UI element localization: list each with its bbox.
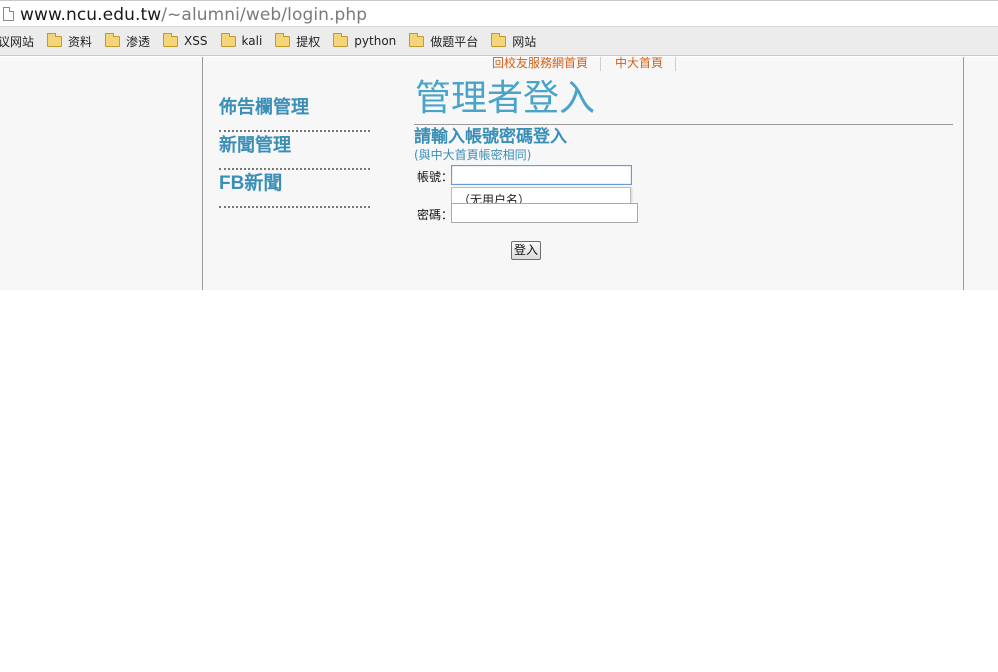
top-links: 回校友服務網首頁 中大首頁 [486,57,677,71]
bookmark-label: 做题平台 [430,34,479,49]
bookmark-label: 网站 [512,34,537,49]
bookmark-label: python [354,34,397,48]
bookmark-label: XSS [184,34,208,48]
sidebar-item-fb-news[interactable]: FB新聞 [219,170,370,208]
account-row: 帳號： [414,165,714,189]
bookmark-label: 提权 [296,34,321,49]
folder-icon [333,32,349,47]
address-bar[interactable]: www.ncu.edu.tw/~alumni/web/login.php [0,0,998,27]
page-icon [3,7,14,21]
page-title: 管理者登入 [415,78,596,119]
url-path: /~alumni/web/login.php [161,5,368,25]
bookmark-item[interactable]: 议网站 [0,33,34,50]
content-container: 回校友服務網首頁 中大首頁 佈告欄管理 新聞管理 FB新聞 管理者登入 請輸入帳… [202,57,964,290]
url-host: www.ncu.edu.tw [20,5,162,25]
account-input[interactable] [451,165,632,185]
title-divider [414,124,953,125]
bookmark-label: 资料 [68,34,93,49]
bookmark-folder[interactable]: python [333,32,397,48]
bookmark-label: kali [241,34,263,48]
login-panel: 管理者登入 請輸入帳號密碼登入 (與中大首頁帳密相同) [414,77,954,162]
password-row: 密碼： [414,203,714,227]
sidebar-item-news[interactable]: 新聞管理 [219,132,370,170]
sidebar-nav: 佈告欄管理 新聞管理 FB新聞 [219,94,370,208]
password-input[interactable] [451,203,638,223]
folder-icon [275,32,291,47]
url-text[interactable]: www.ncu.edu.tw/~alumni/web/login.php [20,5,367,25]
sidebar-item-bulletin[interactable]: 佈告欄管理 [219,94,370,132]
alumni-home-link[interactable]: 回校友服務網首頁 [486,57,602,71]
folder-icon [220,32,236,47]
ncu-home-link[interactable]: 中大首頁 [601,57,677,71]
bookmark-label: 渗透 [126,34,151,49]
page-body: 回校友服務網首頁 中大首頁 佈告欄管理 新聞管理 FB新聞 管理者登入 請輸入帳… [0,57,998,290]
bookmark-folder[interactable]: 资料 [47,32,93,50]
bookmark-label: 议网站 [0,34,35,49]
bookmarks-bar: 议网站 资料 渗透 XSS kali 提权 python 做题平台 网站 [0,27,998,56]
login-note: (與中大首頁帳密相同) [414,148,532,162]
bookmark-folder[interactable]: XSS [163,32,208,48]
login-button[interactable]: 登入 [511,241,541,260]
folder-icon [491,32,507,47]
account-label: 帳號： [417,170,454,184]
password-label: 密碼： [417,208,454,222]
folder-icon [47,32,63,47]
bookmark-folder[interactable]: 网站 [491,32,537,50]
login-subtitle: 請輸入帳號密碼登入 [414,127,567,147]
bookmark-folder[interactable]: 渗透 [105,32,151,50]
folder-icon [105,32,121,47]
bookmark-folder[interactable]: 提权 [275,32,321,50]
bookmark-folder[interactable]: 做题平台 [409,32,479,50]
folder-icon [409,32,425,47]
bookmark-folder[interactable]: kali [220,32,263,48]
folder-icon [163,32,179,47]
